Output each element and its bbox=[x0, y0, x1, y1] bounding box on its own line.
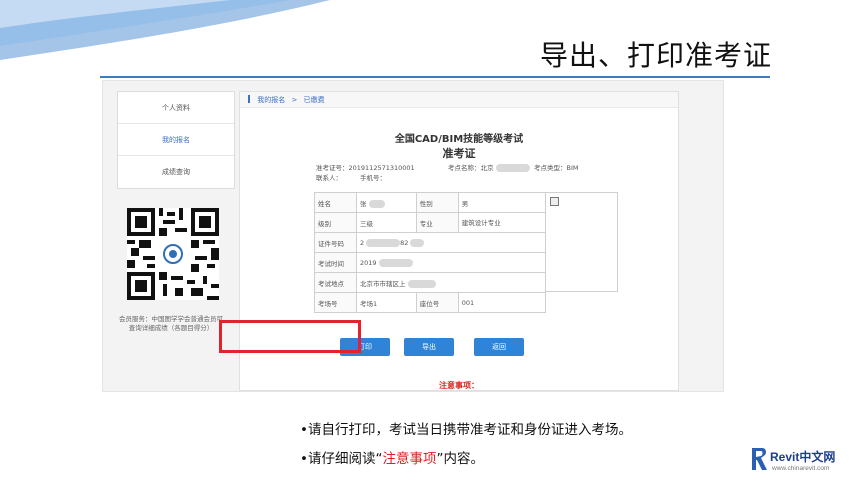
name-label: 姓名 bbox=[314, 192, 357, 213]
brand-name: Revit中文网 bbox=[770, 450, 836, 464]
revit-logo-icon bbox=[752, 448, 767, 470]
phone-number: 手机号： bbox=[360, 174, 386, 182]
room-value: 考场1 bbox=[356, 292, 417, 313]
photo-area bbox=[546, 192, 618, 292]
slide-decoration-swoosh bbox=[0, 0, 330, 60]
table-row: 考试地点 北京市市辖区上 bbox=[314, 272, 546, 293]
exam-location-label: 考试地点 bbox=[314, 272, 357, 293]
id-number-value: 2 82 bbox=[356, 232, 546, 253]
redacted-id-blur bbox=[366, 238, 401, 247]
room-label: 考场号 bbox=[314, 292, 357, 313]
redacted-time-blur bbox=[378, 258, 413, 267]
breadcrumb-separator: > bbox=[291, 96, 298, 104]
id-number-text: 2 bbox=[360, 238, 365, 247]
table-row: 姓名 张 性别 男 bbox=[314, 192, 547, 213]
redacted-venue-blur bbox=[495, 164, 530, 172]
sidebar-item-profile[interactable]: 个人资料 bbox=[118, 92, 234, 124]
bullet-notice-highlight: 注意事项 bbox=[382, 451, 437, 467]
brand-url: www.chinarevit.com bbox=[772, 465, 830, 472]
sidebar-item-my-registration[interactable]: 我的报名 bbox=[118, 124, 234, 156]
major-value: 建筑设计专业 bbox=[457, 212, 547, 233]
embedded-web-screenshot: 个人资料 我的报名 成绩查询 会员服务：中国图学学会普通会员可查询详细成绩（各题… bbox=[102, 80, 724, 392]
ticket-number: 准考证号：2019112571310001 bbox=[316, 164, 415, 172]
id-number-label: 证件号码 bbox=[314, 232, 357, 253]
photo-placeholder-icon bbox=[550, 197, 559, 206]
venue-name: 考点名称：北京 bbox=[448, 162, 530, 172]
exam-time-text: 2019 bbox=[360, 258, 377, 267]
venue-type: 考点类型：BIM bbox=[534, 164, 579, 172]
exam-time-label: 考试时间 bbox=[314, 252, 357, 273]
venue-name-text: 考点名称：北京 bbox=[448, 164, 494, 172]
gender-value: 男 bbox=[457, 192, 547, 213]
breadcrumb-paid: 已缴费 bbox=[303, 96, 325, 104]
table-row: 证件号码 2 82 bbox=[314, 232, 546, 253]
back-button[interactable]: 返回 bbox=[474, 338, 524, 356]
bullet-print-instruction: •请自行打印，考试当日携带准考证和身份证进入考场。 bbox=[300, 422, 632, 438]
level-value: 三级 bbox=[356, 212, 417, 233]
major-label: 专业 bbox=[415, 212, 459, 233]
ticket-title: 准考证 bbox=[442, 147, 476, 160]
breadcrumb: 我的报名 > 已缴费 bbox=[240, 92, 678, 108]
admission-ticket-table: 姓名 张 性别 男 级别 三级 专业 建筑设计专业 证件号码 2 82 考试时间 … bbox=[314, 192, 547, 313]
level-label: 级别 bbox=[314, 212, 357, 233]
table-row: 考试时间 2019 bbox=[314, 252, 546, 273]
exam-location-value: 北京市市辖区上 bbox=[356, 272, 546, 293]
association-logo-icon bbox=[163, 244, 183, 264]
bullet-read-suffix: ”内容。 bbox=[436, 451, 484, 467]
exam-location-text: 北京市市辖区上 bbox=[360, 279, 406, 288]
bullet-read-notice: •请仔细阅读“注意事项”内容。 bbox=[300, 445, 632, 474]
bullet-read-prefix: •请仔细阅读“ bbox=[300, 451, 383, 467]
seat-label: 座位号 bbox=[415, 292, 459, 313]
gender-label: 性别 bbox=[415, 192, 459, 213]
member-service-note: 会员服务：中国图学学会普通会员可查询详细成绩（各题目得分） bbox=[119, 315, 223, 332]
breadcrumb-my-registration[interactable]: 我的报名 bbox=[257, 96, 285, 104]
sidebar-item-score-query[interactable]: 成绩查询 bbox=[118, 156, 234, 188]
print-export-highlight-box bbox=[219, 320, 361, 353]
exam-name-heading: 全国CAD/BIM技能等级考试 bbox=[394, 134, 524, 145]
redacted-name-blur bbox=[368, 199, 385, 208]
table-row: 级别 三级 专业 建筑设计专业 bbox=[314, 212, 547, 233]
name-value: 张 bbox=[356, 192, 417, 213]
exam-time-value: 2019 bbox=[356, 252, 546, 273]
id-number-tail: 82 bbox=[400, 238, 409, 247]
redacted-location-blur bbox=[407, 279, 436, 288]
slide-title: 导出、打印准考证 bbox=[539, 39, 772, 72]
sidebar-menu: 个人资料 我的报名 成绩查询 bbox=[117, 91, 235, 189]
brand-watermark: Revit中文网 www.chinarevit.com bbox=[750, 444, 858, 478]
contact-person: 联系人： bbox=[316, 174, 342, 182]
name-value-text: 张 bbox=[360, 199, 367, 208]
slide-bullets: •请自行打印，考试当日携带准考证和身份证进入考场。 •请仔细阅读“注意事项”内容… bbox=[300, 416, 632, 474]
notice-heading[interactable]: 注意事项： bbox=[240, 380, 678, 391]
seat-value: 001 bbox=[457, 292, 547, 313]
title-underline bbox=[100, 76, 770, 78]
export-button[interactable]: 导出 bbox=[404, 338, 454, 356]
redacted-id-blur-2 bbox=[410, 238, 425, 247]
table-row: 考场号 考场1 座位号 001 bbox=[314, 292, 547, 313]
